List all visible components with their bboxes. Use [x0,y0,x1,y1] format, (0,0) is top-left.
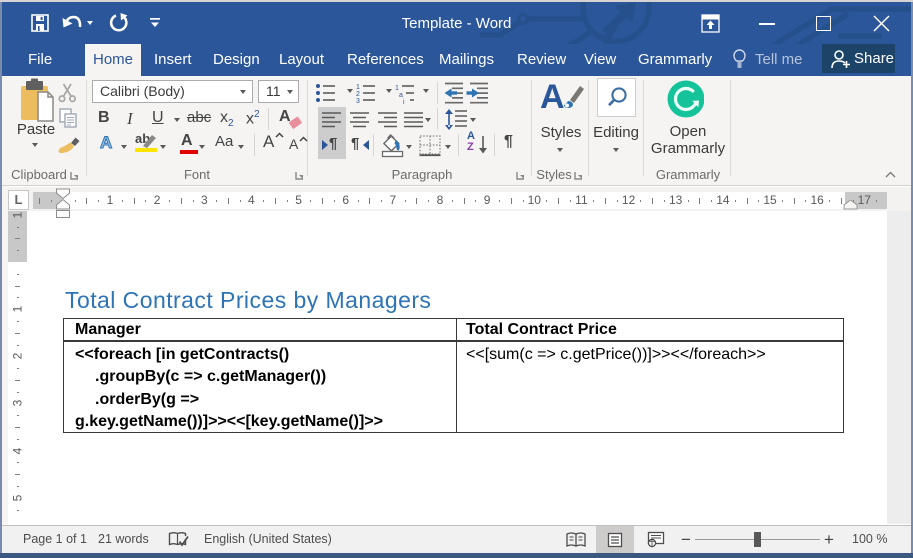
svg-text:3: 3 [356,98,360,104]
svg-text:i: i [403,99,405,104]
svg-text:1: 1 [395,85,399,92]
svg-text:a: a [399,92,403,99]
svg-text:1: 1 [356,84,360,91]
svg-text:2: 2 [356,91,360,98]
